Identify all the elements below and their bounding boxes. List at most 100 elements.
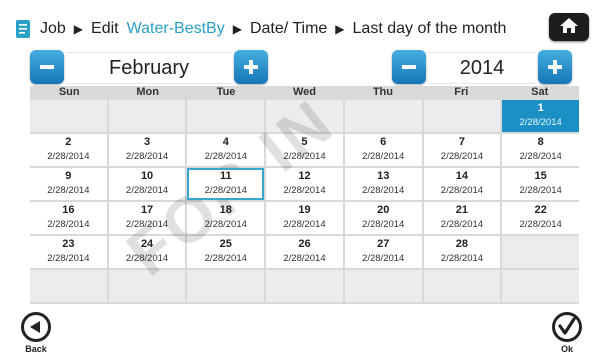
year-decrement-button[interactable] [392,50,426,84]
calendar-day-date: 2/28/2014 [519,185,562,196]
calendar-cell[interactable]: 10 2/28/2014 [108,168,186,200]
calendar-cell[interactable]: 6 2/28/2014 [344,134,422,166]
breadcrumb-separator-icon: ▶ [73,22,84,36]
calendar-cell[interactable]: 19 2/28/2014 [266,202,343,234]
calendar-cell [187,270,265,302]
weekday-sun: Sun [58,86,80,98]
calendar-cell[interactable]: 23 2/28/2014 [30,236,107,268]
calendar-cell[interactable]: 28 2/28/2014 [423,236,501,268]
calendar-cell[interactable]: 14 2/28/2014 [423,168,501,200]
calendar-cell[interactable]: 17 2/28/2014 [108,202,186,234]
calendar-cell[interactable]: 1 2/28/2014 [502,100,579,132]
weekday-fri: Fri [454,86,469,98]
calendar-cell[interactable]: 24 2/28/2014 [108,236,186,268]
year-display: 2014 [428,52,536,84]
calendar-cell[interactable]: 18 2/28/2014 [187,202,265,234]
calendar-day-date: 2/28/2014 [283,151,326,162]
breadcrumb-last-day: Last day of the month [352,20,507,37]
calendar-day-number: 4 [222,136,229,148]
plus-icon [241,57,261,77]
calendar-day-date: 2/28/2014 [519,117,562,128]
calendar-cell [30,270,107,302]
footer: Back Ok [0,304,603,360]
calendar-cell [266,270,343,302]
calendar-cell[interactable]: 4 2/28/2014 [187,134,265,166]
calendar-cell[interactable]: 12 2/28/2014 [266,168,343,200]
calendar-cell[interactable]: 22 2/28/2014 [502,202,579,234]
calendar-day-number: 20 [377,204,390,216]
calendar-day-number: 19 [298,204,311,216]
calendar-day-date: 2/28/2014 [362,185,405,196]
calendar-day-date: 2/28/2014 [47,253,90,264]
weekday-header: Sun Mon Tue Wed Thu Fri Sat [30,86,579,98]
calendar-cell[interactable]: 25 2/28/2014 [187,236,265,268]
ok-button[interactable]: Ok [547,312,587,360]
calendar-day-date: 2/28/2014 [440,219,484,230]
home-button[interactable] [549,13,589,41]
year-increment-button[interactable] [538,50,572,84]
weekday-mon: Mon [136,86,159,98]
calendar-day-date: 2/28/2014 [125,253,169,264]
calendar-day-number: 25 [219,238,232,250]
back-label: Back [25,344,47,354]
calendar-day-date: 2/28/2014 [204,253,247,264]
calendar-cell[interactable]: 3 2/28/2014 [108,134,186,166]
calendar-day-date: 2/28/2014 [362,253,405,264]
calendar-day-date: 2/28/2014 [47,219,90,230]
calendar-cell[interactable]: 8 2/28/2014 [502,134,579,166]
calendar-day-number: 21 [455,204,469,216]
calendar-day-number: 5 [301,136,308,148]
calendar-day-date: 2/28/2014 [440,185,484,196]
calendar-cell [266,100,343,132]
calendar-cell[interactable]: 2 2/28/2014 [30,134,107,166]
calendar-cell[interactable]: 26 2/28/2014 [266,236,343,268]
calendar-cell[interactable]: 13 2/28/2014 [344,168,422,200]
calendar-cell[interactable]: 21 2/28/2014 [423,202,501,234]
calendar-day-date: 2/28/2014 [362,219,405,230]
calendar-cell [187,100,265,132]
calendar-day-date: 2/28/2014 [519,219,562,230]
calendar-day-date: 2/28/2014 [283,219,326,230]
breadcrumb-date-time[interactable]: Date/ Time [250,20,327,38]
calendar-cell [502,270,579,302]
back-button[interactable]: Back [16,312,56,360]
calendar-day-number: 27 [377,238,390,250]
calendar-day-number: 17 [140,204,154,216]
checkmark-icon [552,312,582,342]
calendar-cell[interactable]: 16 2/28/2014 [30,202,107,234]
breadcrumb-job[interactable]: Job [40,20,66,38]
month-increment-button[interactable] [234,50,268,84]
breadcrumb-separator-icon: ▶ [232,22,242,36]
calendar-day-date: 2/28/2014 [519,151,562,162]
calendar-cell[interactable]: 20 2/28/2014 [344,202,422,234]
calendar-day-date: 2/28/2014 [283,185,326,196]
calendar-day-number: 9 [65,170,72,182]
calendar-cell[interactable]: 9 2/28/2014 [30,168,107,200]
calendar-cell[interactable]: 11 2/28/2014 [187,168,265,200]
calendar-day-number: 12 [298,170,311,182]
home-icon [558,16,580,39]
calendar-day-date: 2/28/2014 [125,185,169,196]
calendar-day-number: 11 [219,170,232,182]
calendar-day-number: 1 [537,102,544,114]
month-decrement-button[interactable] [30,50,64,84]
plus-icon [545,57,565,77]
calendar-cell[interactable]: 7 2/28/2014 [423,134,501,166]
calendar-cell[interactable]: 15 2/28/2014 [502,168,579,200]
calendar-cell[interactable]: 27 2/28/2014 [344,236,422,268]
calendar-cell [423,100,501,132]
weekday-sat: Sat [531,86,549,98]
calendar-cell[interactable]: 5 2/28/2014 [266,134,343,166]
calendar-day-number: 3 [144,136,151,148]
calendar-day-date: 2/28/2014 [362,151,405,162]
calendar-day-date: 2/28/2014 [47,185,90,196]
weekday-tue: Tue [216,86,236,98]
date-selector-bar: February 2014 [30,50,573,88]
calendar-day-number: 2 [65,136,72,148]
breadcrumb-water-bestby[interactable]: Water-BestBy [127,20,225,38]
calendar-day-number: 22 [534,204,547,216]
breadcrumb-edit[interactable]: Edit [91,20,119,38]
calendar: Sun Mon Tue Wed Thu Fri Sat 1 2/28/2014 2 2… [30,86,579,304]
breadcrumb: Job ▶ Edit Water-BestBy ▶ Date/ Time ▶ L… [14,12,589,46]
calendar-day-date: 2/28/2014 [204,151,247,162]
